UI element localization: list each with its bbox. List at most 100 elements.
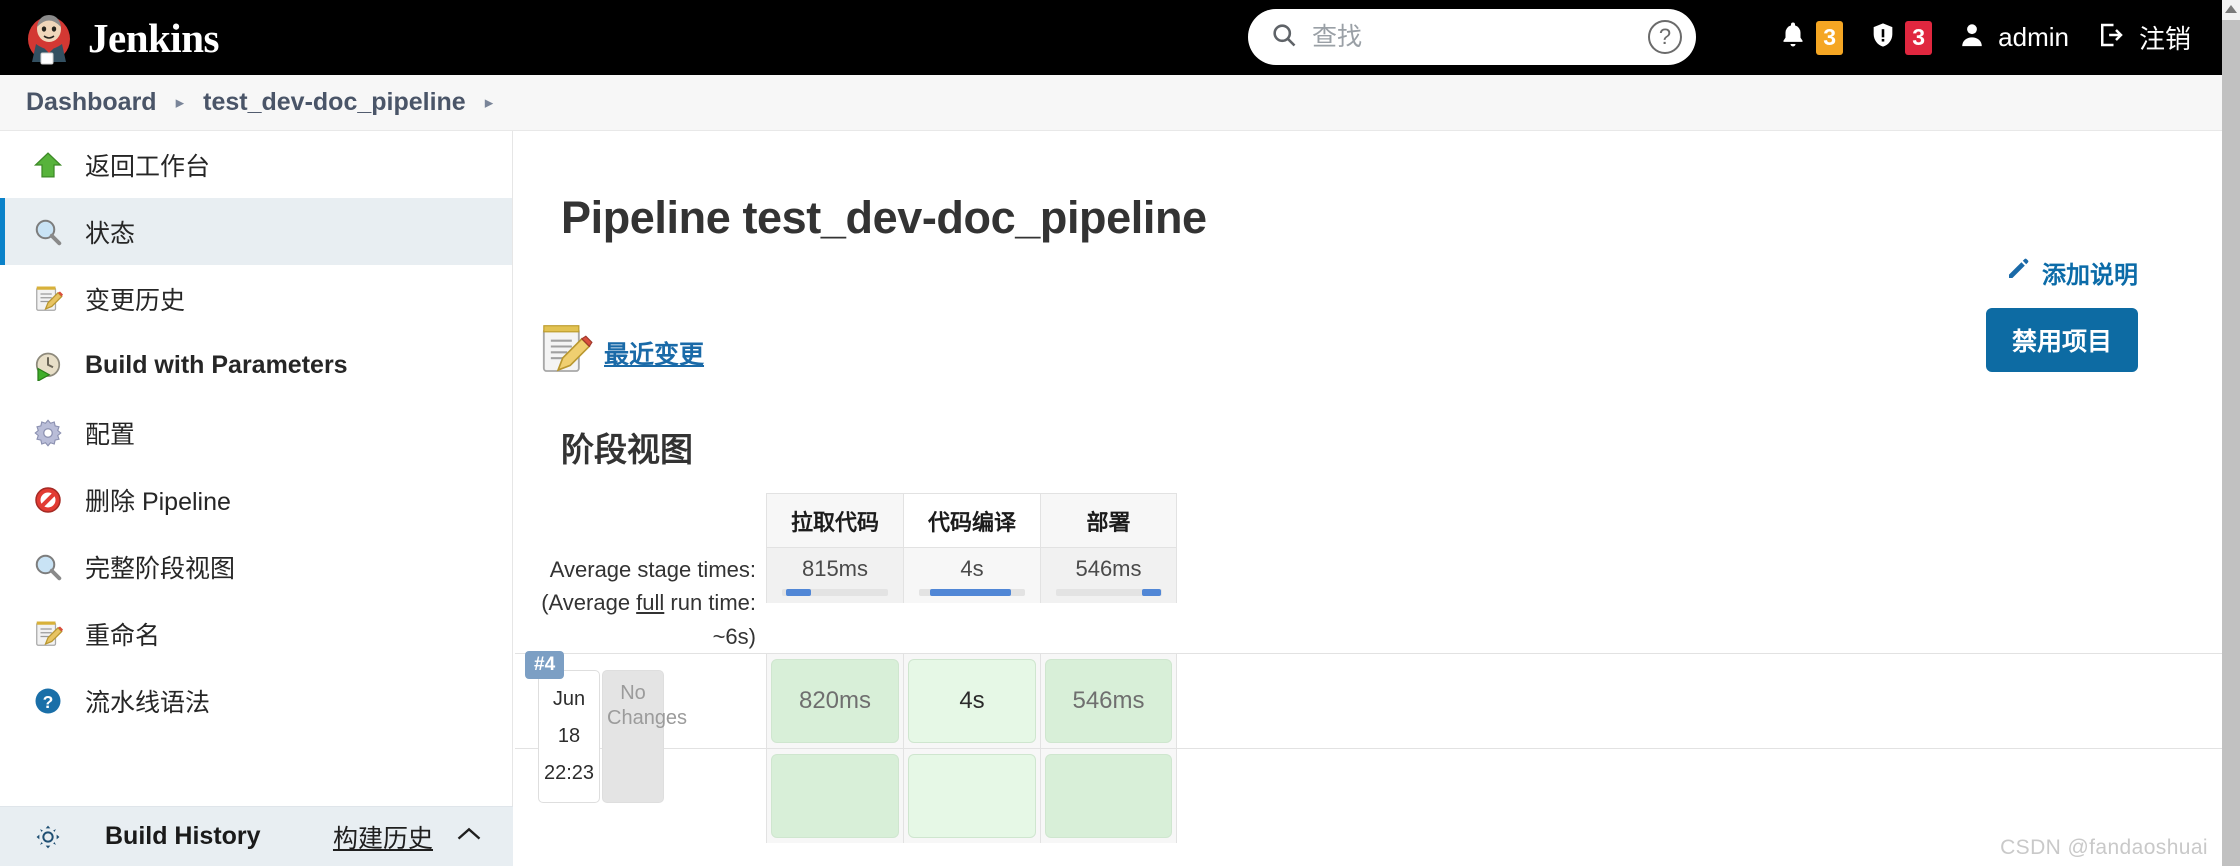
average-run-prefix: (Average [541,590,637,616]
sidebar-label-configure: 配置 [85,420,136,449]
search-box[interactable]: ? [1248,9,1696,65]
logout-button[interactable]: 注销 [2082,0,2204,75]
build-stage-cell: 820ms [766,654,903,749]
notepad-pencil-icon [538,321,594,384]
sidebar-item-status[interactable]: 状态 [0,198,512,265]
search-icon [1270,21,1298,54]
build-stage-cell: 546ms [1040,654,1177,749]
header-actions: 3 3 admin 注销 [1765,0,2204,75]
sidebar-item-full-stage-view[interactable]: 完整阶段视图 [0,533,512,600]
sidebar-item-change-history[interactable]: 变更历史 [0,265,512,332]
top-header-bar: Jenkins ? 3 [0,0,2222,75]
build-history-icon [31,820,65,854]
average-stage-cell: 815ms [766,548,903,603]
user-menu-button[interactable]: admin [1945,0,2082,75]
add-description-button[interactable]: 添加说明 [2006,255,2138,290]
sidebar-item-pipeline-syntax[interactable]: ? 流水线语法 [0,667,512,734]
average-stage-cell: 546ms [1040,548,1177,603]
average-stage-times-label: Average stage times: (Average full run t… [515,548,766,653]
breadcrumb-item-dashboard[interactable]: Dashboard [26,88,157,117]
average-stage-time: 546ms [1075,555,1142,581]
average-run-time-text: (Average full run time: ~6s) [515,586,756,653]
prohibited-icon [31,483,65,517]
sidebar-item-build-with-parameters[interactable]: Build with Parameters [0,332,512,399]
average-duration-bar [782,588,888,596]
notepad-pencil-icon [31,282,65,316]
jenkins-page: Jenkins ? 3 [0,0,2240,866]
recent-changes-link[interactable]: 最近变更 [604,335,704,371]
build-stage-cell: 4s [903,654,1040,749]
search-container: ? [1248,9,1696,65]
disable-project-button[interactable]: 禁用项目 [1985,308,2138,372]
pencil-icon [2006,257,2030,288]
person-icon [1958,20,1986,55]
watermark: CSDN @fandaoshuai [2000,836,2208,859]
gear-icon [31,416,65,450]
help-blue-icon: ? [31,684,65,718]
sidebar: 返回工作台 状态 变更历史 Build with Parameters 配置 删… [0,131,513,866]
build-date: Jun 18 [552,688,586,748]
average-stage-cell: 4s [903,548,1040,603]
average-stage-times-text: Average stage times: [549,557,756,582]
stage-header-cell[interactable]: 拉取代码 [766,493,903,548]
recent-changes-row: 最近变更 [538,321,2222,384]
average-duration-bar [919,588,1025,596]
page-actions: 添加说明 禁用项目 [1985,255,2138,372]
scroll-up-arrow-icon[interactable] [2222,0,2240,18]
magnifier-icon [31,215,65,249]
breadcrumb-item-pipeline[interactable]: test_dev-doc_pipeline [203,88,466,117]
help-circle-icon[interactable]: ? [1648,20,1682,54]
security-warnings-button[interactable]: 3 [1856,0,1945,75]
svg-text:?: ? [43,691,54,711]
logout-icon [2095,20,2127,55]
sidebar-label-delete-pipeline: 删除 Pipeline [85,487,231,516]
stage-view-table: 拉取代码 代码编译 部署 Average stage times: (Avera… [514,493,2222,844]
sidebar-label-change-history: 变更历史 [85,286,186,315]
stage-duration[interactable]: 546ms [1045,659,1172,744]
scrollbar-thumb[interactable] [2222,20,2240,866]
average-stage-time: 4s [960,555,984,581]
jenkins-logo-icon [24,11,74,65]
stage-duration[interactable] [1045,754,1172,839]
stage-duration[interactable] [908,754,1036,839]
stage-duration[interactable]: 4s [908,659,1036,744]
search-input[interactable] [1312,22,1648,52]
notifications-button[interactable]: 3 [1765,0,1856,75]
stage-header-row: 拉取代码 代码编译 部署 [515,493,2222,548]
average-stage-time: 815ms [801,555,869,581]
sidebar-item-configure[interactable]: 配置 [0,399,512,466]
chevron-up-icon[interactable] [455,825,483,848]
average-run-underline: full [636,590,665,616]
build-number-badge[interactable]: #4 [525,651,565,680]
sidebar-item-rename[interactable]: 重命名 [0,600,512,667]
sidebar-label-build-with-parameters: Build with Parameters [85,351,348,379]
up-arrow-icon [31,148,65,182]
build-row [515,748,2222,844]
magnifier-icon [31,550,65,584]
sidebar-label-pipeline-syntax: 流水线语法 [85,688,211,717]
notepad-pencil-icon [31,617,65,651]
build-stage-cell [766,749,903,844]
build-history-link[interactable]: 构建历史 [333,819,433,855]
stage-header-cell[interactable]: 代码编译 [903,493,1040,548]
average-stage-times-row: Average stage times: (Average full run t… [515,548,2222,653]
build-stage-cell [903,749,1040,844]
build-stage-cell [1040,749,1177,844]
breadcrumb-trailing-separator[interactable]: ▸ [485,93,494,113]
stage-view-heading: 阶段视图 [561,431,693,468]
stage-duration[interactable] [771,754,899,839]
sidebar-item-back-to-dashboard[interactable]: 返回工作台 [0,131,512,198]
bell-icon [1778,19,1808,56]
jenkins-brand-link[interactable]: Jenkins [24,11,219,65]
sidebar-item-delete-pipeline[interactable]: 删除 Pipeline [0,466,512,533]
notification-count-badge: 3 [1816,20,1844,55]
page-title: Pipeline test_dev-doc_pipeline [561,192,1207,243]
sidebar-label-rename: 重命名 [85,621,161,650]
build-history-title: Build History [105,822,261,850]
stage-duration[interactable]: 820ms [771,659,899,744]
shield-warning-icon [1869,19,1897,56]
stage-header-cell[interactable]: 部署 [1040,493,1177,548]
logout-label: 注销 [2138,24,2191,54]
build-info-cell [515,749,766,843]
page-scrollbar[interactable] [2222,0,2240,866]
